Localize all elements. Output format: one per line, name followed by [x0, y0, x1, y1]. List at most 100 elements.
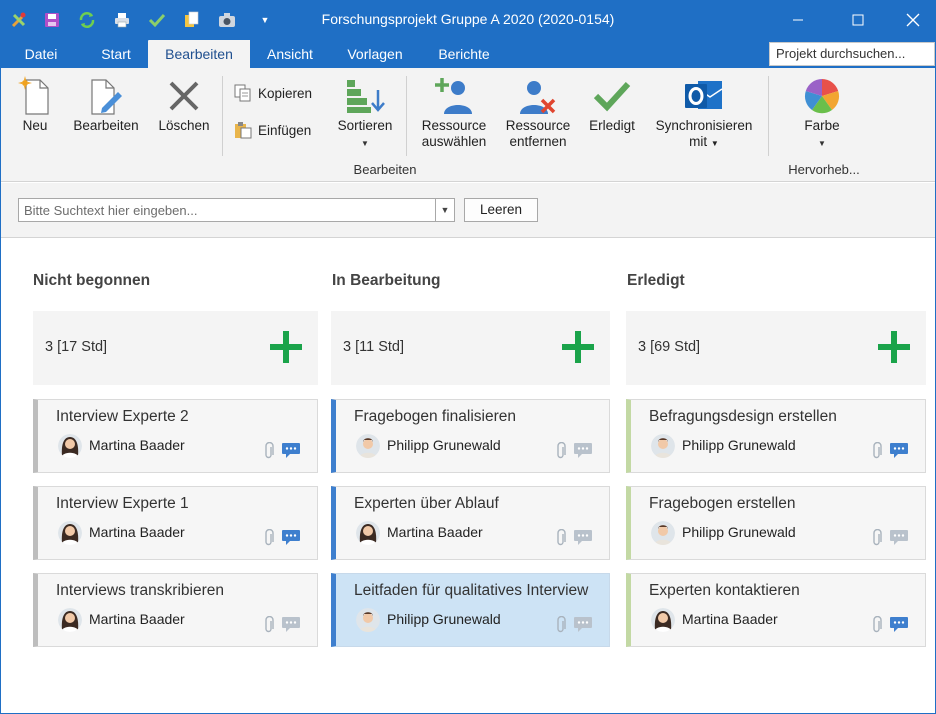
attachment-icon[interactable] — [555, 441, 567, 460]
comment-icon[interactable] — [573, 529, 593, 546]
delete-x-icon — [153, 74, 215, 118]
assignee-name: Philipp Grunewald — [682, 437, 796, 453]
new-document-icon — [10, 74, 60, 118]
attachment-icon[interactable] — [263, 615, 275, 634]
assignee-name: Martina Baader — [89, 437, 185, 453]
tab-berichte[interactable]: Berichte — [426, 40, 502, 68]
sync-dropdown-icon: ▼ — [710, 139, 719, 148]
attachment-icon[interactable] — [871, 441, 883, 460]
maximize-button[interactable] — [835, 0, 881, 40]
assignee-name: Martina Baader — [89, 524, 185, 540]
column-title: Nicht begonnen — [33, 272, 151, 289]
attachment-icon[interactable] — [871, 528, 883, 547]
close-button[interactable] — [890, 0, 936, 40]
tab-ansicht[interactable]: Ansicht — [254, 40, 326, 68]
delete-button[interactable]: Löschen — [153, 74, 215, 134]
attachment-icon[interactable] — [555, 615, 567, 634]
task-title: Interview Experte 1 — [56, 495, 189, 512]
filter-bar: Bitte Suchtext hier eingeben... ▼ Leeren — [0, 183, 936, 238]
check-icon[interactable] — [147, 10, 167, 30]
attachment-icon[interactable] — [555, 528, 567, 547]
assignee-name: Philipp Grunewald — [387, 437, 501, 453]
customize-dropdown-icon[interactable]: ▼ — [255, 10, 275, 30]
copy-button[interactable]: Kopieren — [234, 82, 312, 104]
comment-icon[interactable] — [889, 442, 909, 459]
new-label: Neu — [22, 118, 48, 133]
project-search-input[interactable]: Projekt durchsuchen... — [769, 42, 935, 66]
column-summary: 3 [69 Std] — [626, 311, 926, 385]
search-text-input[interactable]: Bitte Suchtext hier eingeben... — [18, 198, 436, 222]
column-summary: 3 [11 Std] — [331, 311, 610, 385]
new-button[interactable]: Neu — [10, 74, 60, 134]
clear-button[interactable]: Leeren — [464, 198, 538, 222]
task-card[interactable]: Interview Experte 2 Martina Baader — [33, 399, 318, 473]
task-card[interactable]: Leitfaden für qualitatives Interview Phil… — [331, 573, 610, 647]
comment-icon[interactable] — [573, 616, 593, 633]
comment-icon[interactable] — [281, 529, 301, 546]
save-icon[interactable] — [42, 10, 62, 30]
print-icon[interactable] — [112, 10, 132, 30]
task-card[interactable]: Fragebogen finalisieren Philipp Grunewald — [331, 399, 610, 473]
task-card[interactable]: Interviews transkribieren Martina Baader — [33, 573, 318, 647]
task-title: Interviews transkribieren — [56, 582, 224, 599]
assign-resource-button[interactable]: Ressource auswählen — [414, 74, 494, 150]
sort-icon — [330, 74, 400, 118]
color-button[interactable]: Farbe ▼ — [790, 74, 854, 152]
avatar — [58, 608, 82, 632]
attachment-icon[interactable] — [263, 528, 275, 547]
remove-person-icon — [500, 74, 576, 118]
tab-vorlagen[interactable]: Vorlagen — [334, 40, 416, 68]
assign-resource-label-1: Ressource — [421, 118, 487, 133]
task-card[interactable]: Fragebogen erstellen Philipp Grunewald — [626, 486, 926, 560]
tab-start[interactable]: Start — [88, 40, 144, 68]
sort-button[interactable]: Sortieren ▼ — [330, 74, 400, 152]
sync-label-2: mit — [689, 134, 708, 149]
copy-docs-icon — [234, 84, 251, 102]
tab-bearbeiten[interactable]: Bearbeiten — [148, 40, 250, 68]
minimize-button[interactable] — [775, 0, 821, 40]
column-summary-text: 3 [69 Std] — [638, 339, 701, 355]
avatar — [356, 434, 380, 458]
sync-button[interactable]: Synchronisieren mit ▼ — [648, 74, 760, 152]
column-summary: 3 [17 Std] — [33, 311, 318, 385]
attachment-icon[interactable] — [871, 615, 883, 634]
task-card[interactable]: Interview Experte 1 Martina Baader — [33, 486, 318, 560]
assign-resource-label-2: auswählen — [421, 134, 487, 149]
paste-button[interactable]: Einfügen — [234, 119, 311, 141]
add-task-plus-icon[interactable] — [560, 329, 596, 365]
avatar — [356, 608, 380, 632]
add-person-icon — [414, 74, 494, 118]
title-bar: ▼ Forschungsprojekt Gruppe A 2020 (2020-… — [0, 0, 936, 40]
refresh-icon[interactable] — [77, 10, 97, 30]
add-task-plus-icon[interactable] — [268, 329, 304, 365]
done-label: Erledigt — [589, 118, 635, 133]
task-title: Interview Experte 2 — [56, 408, 189, 425]
comment-icon[interactable] — [281, 442, 301, 459]
avatar — [58, 521, 82, 545]
task-card[interactable]: Experten über Ablauf Martina Baader — [331, 486, 610, 560]
group-label-hervorheben: Hervorheb... — [788, 162, 860, 177]
sort-dropdown-icon: ▼ — [361, 139, 369, 148]
remove-resource-button[interactable]: Ressource entfernen — [500, 74, 576, 150]
comment-icon[interactable] — [281, 616, 301, 633]
remove-resource-label-1: Ressource — [505, 118, 571, 133]
tab-datei[interactable]: Datei — [14, 40, 68, 68]
checkmark-icon — [582, 74, 642, 118]
comment-icon[interactable] — [889, 529, 909, 546]
tools-icon[interactable] — [9, 10, 29, 30]
attachment-icon[interactable] — [263, 441, 275, 460]
search-dropdown-icon[interactable]: ▼ — [435, 198, 455, 222]
task-card[interactable]: Befragungsdesign erstellen Philipp Grunew… — [626, 399, 926, 473]
column-title: Erledigt — [627, 272, 685, 289]
comment-icon[interactable] — [889, 616, 909, 633]
edit-button[interactable]: Bearbeiten — [68, 74, 144, 134]
task-title: Experten kontaktieren — [649, 582, 800, 599]
camera-icon[interactable] — [217, 10, 237, 30]
done-button[interactable]: Erledigt — [582, 74, 642, 134]
comment-icon[interactable] — [573, 442, 593, 459]
copy-icon[interactable] — [182, 10, 202, 30]
task-title: Leitfaden für qualitatives Interview — [354, 582, 589, 599]
paste-label: Einfügen — [258, 122, 312, 138]
task-card[interactable]: Experten kontaktieren Martina Baader — [626, 573, 926, 647]
add-task-plus-icon[interactable] — [876, 329, 912, 365]
